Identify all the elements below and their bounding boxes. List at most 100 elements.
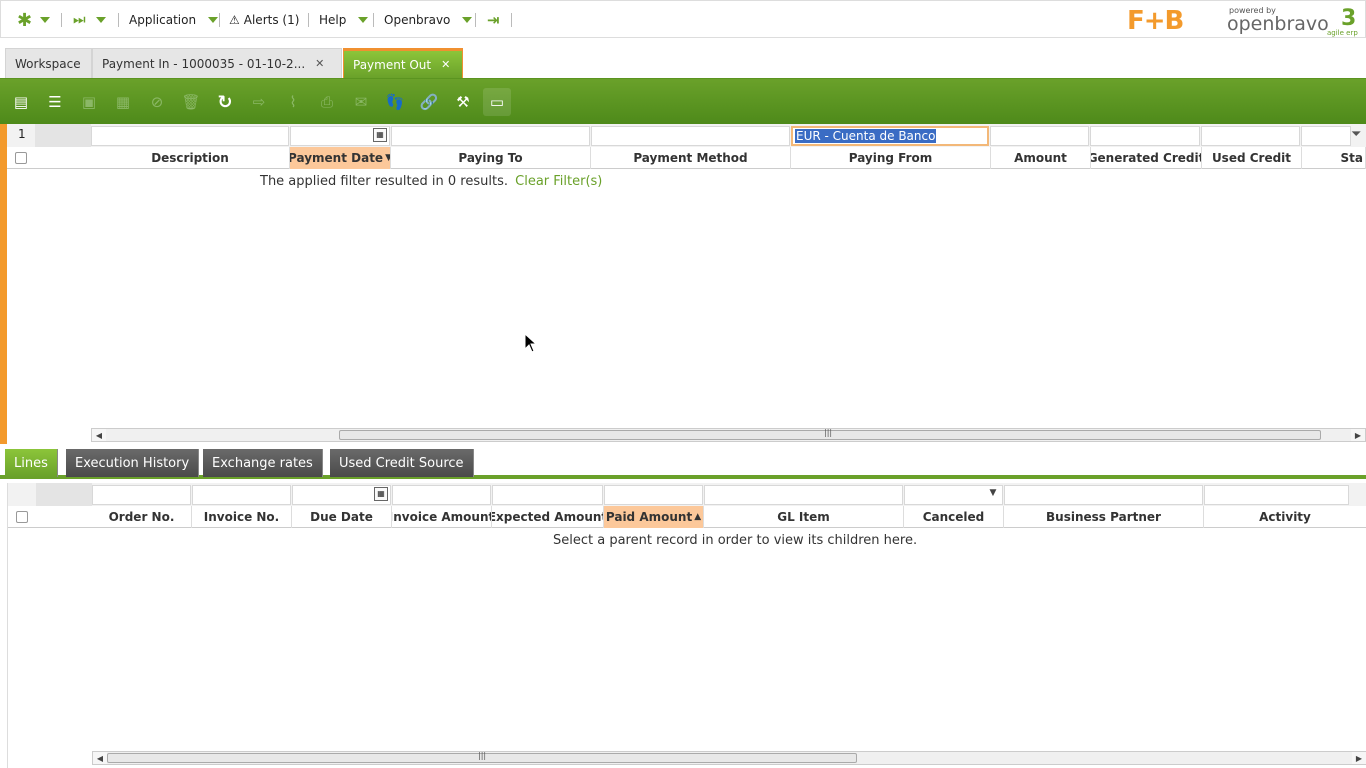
column-amount[interactable]: Amount [991, 147, 1091, 169]
alerts-button[interactable]: ⚠ Alerts (1) [229, 12, 299, 28]
logout-icon: ⇥ [487, 11, 500, 29]
application-menu[interactable]: Application [129, 12, 219, 28]
tab-exchange-rates[interactable]: Exchange rates [203, 449, 323, 477]
scroll-thumb[interactable]: ||| [107, 751, 857, 763]
dropdown-icon[interactable]: ▼ [986, 488, 1000, 502]
generated-credit-filter[interactable] [1090, 126, 1200, 146]
column-payment-method[interactable]: Payment Method [591, 147, 791, 169]
column-paid-amount[interactable]: Paid Amount ▲ [604, 506, 704, 528]
due-date-filter[interactable]: ▦ [292, 485, 391, 505]
help-menu-label: Help [319, 13, 347, 27]
gl-item-filter[interactable] [704, 485, 903, 505]
column-business-partner[interactable]: Business Partner [1004, 506, 1204, 528]
expected-amount-filter[interactable] [492, 485, 603, 505]
column-due-date[interactable]: Due Date [292, 506, 392, 528]
calendar-icon[interactable]: ▦ [374, 487, 388, 501]
column-paying-from[interactable]: Paying From [791, 147, 991, 169]
calendar-icon[interactable]: ▦ [373, 128, 387, 142]
column-label: Paid Amount [605, 510, 693, 524]
column-order-no[interactable]: Order No. [92, 506, 192, 528]
scroll-right-icon[interactable]: ▶ [1351, 429, 1365, 441]
column-status[interactable]: Sta [1302, 147, 1366, 169]
column-label: Expected Amount [492, 510, 604, 524]
horizontal-scrollbar[interactable]: ◀ ||| ▶ [92, 751, 1366, 765]
select-all-checkbox[interactable] [15, 152, 27, 164]
save-button[interactable]: ▣ [75, 88, 103, 116]
column-used-credit[interactable]: Used Credit [1202, 147, 1302, 169]
paying-to-filter[interactable] [391, 126, 590, 146]
scroll-thumb[interactable]: ||| [339, 428, 1321, 440]
undo-button[interactable]: ⊘ [143, 88, 171, 116]
paid-amount-filter[interactable] [604, 485, 703, 505]
new-document-button[interactable]: ▤ [7, 88, 35, 116]
print-button[interactable]: ⎙ [313, 88, 341, 116]
status-filter[interactable] [1301, 126, 1351, 146]
column-label: Paying From [848, 151, 933, 165]
form-view-icon: ▭ [489, 93, 505, 111]
order-no-filter[interactable] [92, 485, 191, 505]
user-profile-menu[interactable]: Openbravo [384, 12, 473, 28]
canceled-filter[interactable]: ▼ [904, 485, 1003, 505]
tab-payment-out[interactable]: Payment Out ✕ [343, 48, 463, 78]
column-invoice-no[interactable]: Invoice No. [192, 506, 292, 528]
column-expected-amount[interactable]: Expected Amount [492, 506, 604, 528]
footprints-icon: 👣 [385, 93, 405, 111]
filter-spacer [36, 483, 92, 506]
payment-date-filter[interactable]: ▦ [290, 126, 390, 146]
column-payment-date[interactable]: Payment Date▼ [290, 147, 391, 169]
funnel-icon[interactable]: ⏷ [1351, 127, 1361, 142]
link-button[interactable]: 🔗 [415, 88, 443, 116]
column-label: Invoice No. [203, 510, 280, 524]
business-partner-filter[interactable] [1004, 485, 1203, 505]
paying-from-filter[interactable]: EUR - Cuenta de Banco [791, 126, 989, 146]
attachment-button[interactable]: ⌇ [279, 88, 307, 116]
tab-label: Workspace [15, 56, 81, 71]
delete-button[interactable]: 🗑 [177, 88, 205, 116]
horizontal-scrollbar[interactable]: ◀ ||| ▶ [91, 428, 1366, 442]
column-canceled[interactable]: Canceled [904, 506, 1004, 528]
scroll-left-icon[interactable]: ◀ [93, 752, 107, 764]
tab-execution-history[interactable]: Execution History [66, 449, 200, 477]
tab-used-credit-source[interactable]: Used Credit Source [330, 449, 474, 477]
tab-workspace[interactable]: Workspace [5, 48, 92, 78]
export-button[interactable]: ⇨ [245, 88, 273, 116]
help-menu[interactable]: Help [319, 12, 369, 28]
scroll-left-icon[interactable]: ◀ [92, 429, 106, 441]
column-activity[interactable]: Activity [1204, 506, 1366, 528]
description-filter[interactable] [91, 126, 289, 146]
invoice-amount-filter[interactable] [392, 485, 491, 505]
save-close-button[interactable]: ▦ [109, 88, 137, 116]
column-paying-to[interactable]: Paying To [391, 147, 591, 169]
quick-launch-button[interactable]: ✱ [17, 10, 51, 31]
column-description[interactable]: Description [91, 147, 290, 169]
logout-button[interactable]: ⇥ [487, 11, 500, 29]
chevron-down-icon [40, 17, 51, 23]
separator [118, 13, 119, 27]
grip-icon: ||| [824, 428, 833, 437]
mouse-cursor-icon [524, 333, 538, 353]
tab-lines[interactable]: Lines [5, 449, 58, 477]
refresh-button[interactable]: ↻ [211, 88, 239, 116]
tree-button[interactable]: ⚒ [449, 88, 477, 116]
active-view-indicator [0, 124, 7, 444]
invoice-no-filter[interactable] [192, 485, 291, 505]
new-row-button[interactable]: ☰ [41, 88, 69, 116]
column-gl-item[interactable]: GL Item [704, 506, 904, 528]
used-credit-filter[interactable] [1201, 126, 1300, 146]
amount-filter[interactable] [990, 126, 1089, 146]
payment-method-filter[interactable] [591, 126, 790, 146]
quick-create-button[interactable]: ⏭ [73, 12, 106, 28]
clear-filter-link[interactable]: Clear Filter(s) [515, 174, 602, 189]
email-button[interactable]: ✉ [347, 88, 375, 116]
tab-payment-in[interactable]: Payment In - 1000035 - 01-10-2... ✕ [92, 48, 342, 78]
form-view-button[interactable]: ▭ [483, 88, 511, 116]
column-invoice-amount[interactable]: Invoice Amount [392, 506, 492, 528]
activity-filter[interactable] [1204, 485, 1349, 505]
close-icon[interactable]: ✕ [441, 58, 450, 71]
column-generated-credit[interactable]: Generated Credit [1091, 147, 1202, 169]
audit-trail-button[interactable]: 👣 [381, 88, 409, 116]
select-all-checkbox[interactable] [16, 511, 28, 523]
column-label: Description [151, 151, 229, 165]
close-icon[interactable]: ✕ [315, 57, 324, 70]
scroll-right-icon[interactable]: ▶ [1352, 752, 1366, 764]
